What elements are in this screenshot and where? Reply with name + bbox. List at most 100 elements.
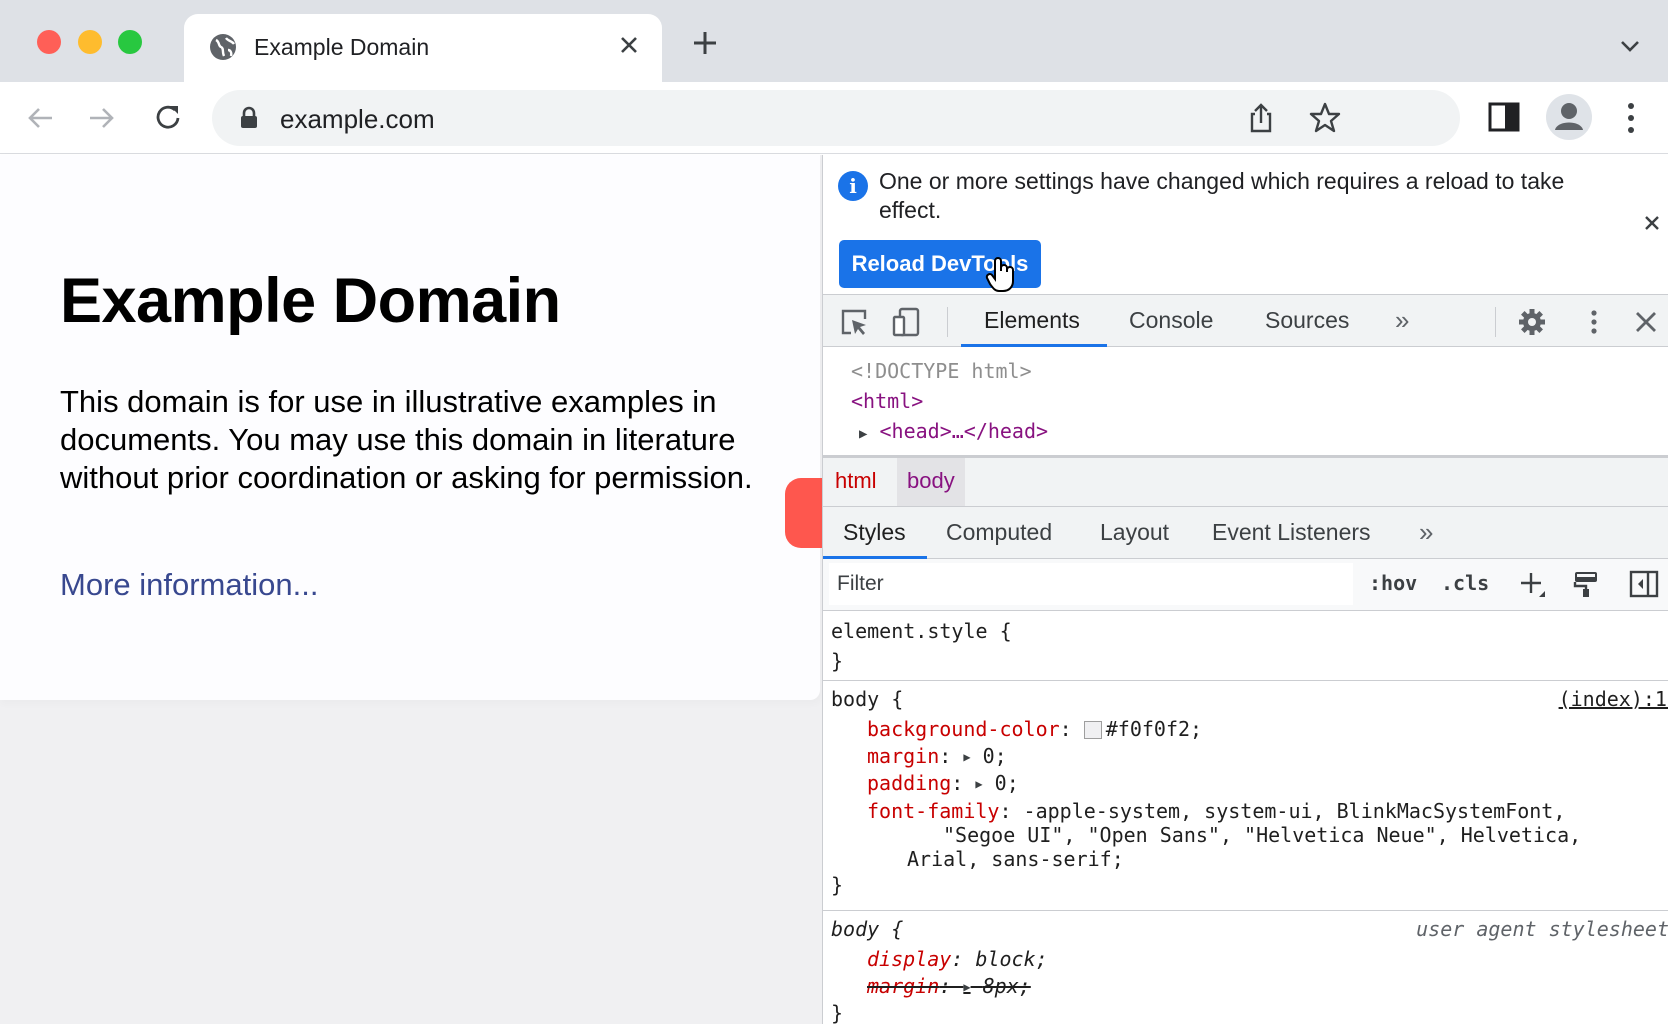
color-swatch[interactable] (1083, 721, 1102, 739)
minimize-window-button[interactable] (78, 30, 102, 54)
css-property-name: padding (867, 771, 952, 795)
browser-menu-icon[interactable] (1624, 98, 1638, 138)
browser-tab[interactable]: Example Domain (184, 14, 662, 82)
tab-event-listeners[interactable]: Event Listeners (1212, 519, 1371, 546)
css-property-value: 0; (982, 744, 1007, 768)
expand-triangle-icon[interactable]: ▶ (975, 777, 982, 791)
user-agent-style-rule: body { user agent stylesheet display: bl… (823, 911, 1668, 1024)
devtools-menu-icon[interactable] (1579, 307, 1609, 337)
lock-icon[interactable] (238, 106, 260, 130)
infobar-message: One or more settings have changed which … (879, 168, 1565, 223)
tab-sources[interactable]: Sources (1265, 307, 1349, 334)
head-node-label: <head>…</head> (879, 419, 1049, 443)
html-node[interactable]: <html> (851, 389, 923, 413)
more-tabs-button[interactable]: » (1395, 305, 1409, 336)
inspect-element-icon[interactable] (839, 307, 869, 337)
tab-styles[interactable]: Styles (843, 519, 906, 546)
close-tab-icon[interactable] (614, 30, 644, 60)
settings-gear-icon[interactable] (1517, 307, 1547, 337)
info-icon: i (838, 171, 868, 201)
tab-elements[interactable]: Elements (984, 307, 1080, 334)
forward-icon[interactable] (84, 100, 120, 136)
rule-source-label: user agent stylesheet (1416, 917, 1668, 941)
css-value-continuation: "Segoe UI", "Open Sans", "Helvetica Neue… (943, 823, 1582, 847)
css-declaration[interactable]: padding: ▶ 0; (867, 771, 1019, 795)
reload-infobar: i One or more settings have changed whic… (823, 155, 1668, 295)
more-sidebar-tabs-button[interactable]: » (1419, 517, 1433, 548)
tab-strip: Example Domain (0, 0, 1668, 82)
head-node[interactable]: ▶ <head>…</head> (859, 419, 1048, 443)
expand-triangle-icon[interactable]: ▶ (963, 980, 970, 994)
css-value-continuation: Arial, sans-serif; (907, 847, 1124, 871)
paint-brush-icon[interactable] (1571, 569, 1601, 599)
styles-pane: element.style { } body { (index):10 back… (823, 611, 1668, 1024)
toolbar-divider (947, 307, 948, 337)
address-bar[interactable]: example.com (212, 90, 1460, 146)
css-property-value: 8px; (982, 974, 1031, 998)
doctype-node[interactable]: <!DOCTYPE html> (851, 359, 1032, 383)
chevron-down-icon[interactable] (1618, 36, 1642, 56)
new-style-rule-icon[interactable] (1517, 569, 1547, 599)
class-toggle[interactable]: .cls (1441, 571, 1489, 595)
tab-layout[interactable]: Layout (1100, 519, 1169, 546)
content-card: Example Domain This domain is for use in… (0, 155, 820, 700)
bookmark-star-icon[interactable] (1308, 101, 1342, 135)
rule-source-link[interactable]: (index):10 (1559, 687, 1668, 711)
css-property-name: font-family (867, 799, 1000, 823)
breadcrumb-html[interactable]: html (835, 468, 877, 494)
tab-computed[interactable]: Computed (946, 519, 1052, 546)
rule-close-brace: } (831, 873, 844, 897)
devtools-tabbar: Elements Console Sources » (823, 295, 1668, 347)
css-property-name: background-color (867, 717, 1060, 741)
css-property-value: 0; (994, 771, 1019, 795)
close-window-button[interactable] (37, 30, 61, 54)
element-style-selector[interactable]: element.style { (831, 619, 1012, 643)
rule-selector[interactable]: body { (831, 917, 903, 941)
css-declaration[interactable]: margin: ▶ 0; (867, 744, 1007, 768)
globe-icon (210, 34, 236, 60)
css-property-value: -apple-system, system-ui, BlinkMacSystem… (1023, 799, 1566, 823)
person-icon (1555, 103, 1583, 130)
expand-triangle-icon[interactable]: ▶ (963, 750, 970, 764)
rule-close-brace: } (831, 1001, 844, 1024)
tab-console[interactable]: Console (1129, 307, 1213, 334)
tab-title: Example Domain (254, 34, 430, 60)
device-toolbar-icon[interactable] (891, 307, 921, 337)
css-property-name: margin (867, 744, 940, 768)
url-text[interactable]: example.com (280, 104, 435, 135)
css-declaration[interactable]: font-family: -apple-system, system-ui, B… (867, 799, 1565, 823)
new-tab-button[interactable] (690, 28, 720, 61)
css-declaration[interactable]: background-color: #f0f0f2; (867, 717, 1202, 741)
infobar-close-icon[interactable] (1643, 211, 1661, 239)
styles-filter-input[interactable] (829, 563, 1353, 605)
styles-filter-bar: :hov .cls (823, 559, 1668, 611)
css-declaration-overridden[interactable]: margin: ▶ 8px; (867, 974, 1031, 998)
share-icon[interactable] (1244, 101, 1278, 135)
devtools-panel: i One or more settings have changed whic… (822, 155, 1668, 1024)
css-property-name: margin (867, 974, 940, 998)
side-panel-icon[interactable] (1488, 102, 1520, 132)
body-style-rule: body { (index):10 background-color: #f0f… (823, 681, 1668, 911)
back-icon[interactable] (22, 100, 58, 136)
rule-close-brace: } (831, 649, 844, 673)
styles-sidebar-tabs: Styles Computed Layout Event Listeners » (823, 507, 1668, 559)
hover-state-toggle[interactable]: :hov (1369, 571, 1417, 595)
css-property-value: block; (975, 947, 1048, 971)
page-heading: Example Domain (60, 266, 561, 336)
expand-triangle-icon[interactable]: ▶ (859, 426, 867, 442)
reload-icon[interactable] (150, 100, 186, 136)
breadcrumb-body[interactable]: body (897, 458, 965, 506)
elements-tree: <!DOCTYPE html> <html> ▶ <head>…</head> (823, 347, 1668, 455)
close-devtools-icon[interactable] (1631, 307, 1661, 337)
browser-toolbar: example.com (0, 82, 1668, 154)
css-property-value: #f0f0f2; (1105, 717, 1203, 741)
rule-selector[interactable]: body { (831, 687, 903, 711)
css-declaration[interactable]: display: block; (867, 947, 1048, 971)
more-information-link[interactable]: More information... (60, 567, 318, 603)
hand-cursor-icon (985, 257, 1014, 292)
toolbar-divider (1495, 307, 1496, 337)
element-style-rule: element.style { } (823, 611, 1668, 681)
profile-avatar[interactable] (1546, 94, 1592, 140)
maximize-window-button[interactable] (118, 30, 142, 54)
toggle-sidebar-icon[interactable] (1629, 569, 1659, 599)
